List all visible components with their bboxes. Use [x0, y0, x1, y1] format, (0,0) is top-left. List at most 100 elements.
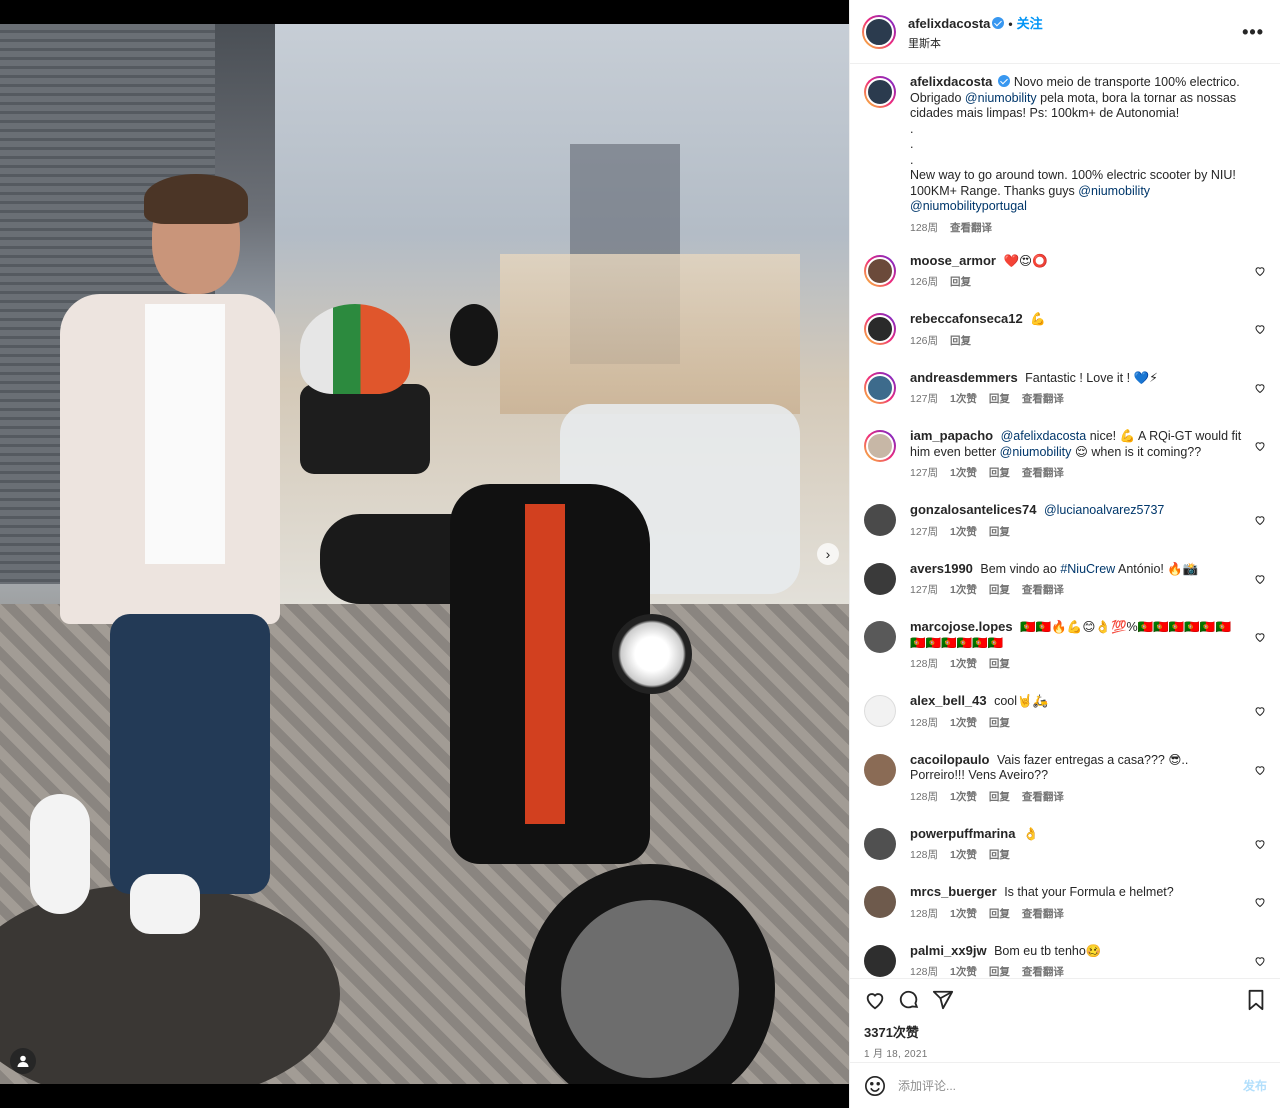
- commenter-avatar[interactable]: [864, 254, 896, 287]
- comment-username[interactable]: mrcs_buerger: [910, 884, 997, 899]
- comment-likes[interactable]: 1次赞: [950, 789, 977, 804]
- reply-button[interactable]: 回复: [989, 656, 1010, 671]
- reply-button[interactable]: 回复: [989, 906, 1010, 921]
- like-count[interactable]: 3371次赞: [864, 1022, 1267, 1041]
- see-translation-button[interactable]: 查看翻译: [1022, 465, 1064, 480]
- reply-button[interactable]: 回复: [989, 582, 1010, 597]
- comment-mention[interactable]: @lucianoalvarez5737: [1044, 503, 1164, 517]
- commenter-avatar[interactable]: [864, 562, 896, 595]
- emoji-icon[interactable]: [864, 1075, 886, 1097]
- comment-username[interactable]: avers1990: [910, 561, 973, 576]
- commenter-avatar[interactable]: [864, 504, 896, 536]
- see-translation-button[interactable]: 查看翻译: [950, 220, 992, 235]
- comment-time[interactable]: 127周: [910, 524, 938, 539]
- comment-username[interactable]: gonzalosantelices74: [910, 502, 1036, 517]
- see-translation-button[interactable]: 查看翻译: [1022, 789, 1064, 804]
- comment-likes[interactable]: 1次赞: [950, 906, 977, 921]
- reply-button[interactable]: 回复: [950, 274, 971, 289]
- comment-time[interactable]: 127周: [910, 465, 938, 480]
- follow-button[interactable]: 关注: [1017, 16, 1043, 31]
- commenter-avatar[interactable]: [864, 621, 896, 653]
- see-translation-button[interactable]: 查看翻译: [1022, 582, 1064, 597]
- comment-username[interactable]: palmi_xx9jw: [910, 943, 987, 958]
- author-avatar[interactable]: [862, 14, 896, 49]
- heart-icon[interactable]: [1254, 764, 1266, 776]
- comment-time[interactable]: 128周: [910, 789, 938, 804]
- comment-icon[interactable]: [898, 989, 920, 1011]
- reply-button[interactable]: 回复: [989, 964, 1010, 978]
- commenter-avatar[interactable]: [864, 753, 896, 786]
- reply-button[interactable]: 回复: [989, 789, 1010, 804]
- comment-time[interactable]: 128周: [910, 656, 938, 671]
- comment-username[interactable]: cacoilopaulo: [910, 752, 989, 767]
- bookmark-icon[interactable]: [1245, 989, 1267, 1011]
- comment-username[interactable]: moose_armor: [910, 253, 996, 268]
- caption-mention[interactable]: @niumobilityportugal: [910, 199, 1027, 213]
- comment-time[interactable]: 127周: [910, 391, 938, 406]
- comment-likes[interactable]: 1次赞: [950, 582, 977, 597]
- comment-likes[interactable]: 1次赞: [950, 964, 977, 978]
- heart-icon[interactable]: [864, 989, 886, 1011]
- reply-button[interactable]: 回复: [989, 391, 1010, 406]
- comment-likes[interactable]: 1次赞: [950, 524, 977, 539]
- heart-icon[interactable]: [1254, 265, 1266, 277]
- commenter-avatar[interactable]: [864, 886, 896, 918]
- comment-likes[interactable]: 1次赞: [950, 847, 977, 862]
- heart-icon[interactable]: [1254, 514, 1266, 526]
- next-slide-button[interactable]: ›: [817, 543, 839, 565]
- caption-time[interactable]: 128周: [910, 220, 938, 235]
- heart-icon[interactable]: [1254, 896, 1266, 908]
- heart-icon[interactable]: [1254, 705, 1266, 717]
- comment-username[interactable]: powerpuffmarina: [910, 826, 1015, 841]
- heart-icon[interactable]: [1254, 323, 1266, 335]
- caption-mention[interactable]: @niumobility: [965, 91, 1037, 105]
- author-username[interactable]: afelixdacosta: [908, 16, 990, 31]
- comment-time[interactable]: 128周: [910, 906, 938, 921]
- comment-time[interactable]: 126周: [910, 333, 938, 348]
- share-icon[interactable]: [932, 989, 954, 1011]
- heart-icon[interactable]: [1254, 955, 1266, 967]
- reply-button[interactable]: 回复: [989, 465, 1010, 480]
- comment-likes[interactable]: 1次赞: [950, 465, 977, 480]
- heart-icon[interactable]: [1254, 382, 1266, 394]
- see-translation-button[interactable]: 查看翻译: [1022, 964, 1064, 978]
- commenter-avatar[interactable]: [864, 827, 896, 860]
- reply-button[interactable]: 回复: [989, 524, 1010, 539]
- author-avatar[interactable]: [864, 76, 896, 108]
- post-comment-button[interactable]: 发布: [1243, 1077, 1267, 1094]
- comment-input[interactable]: [898, 1078, 1243, 1093]
- caption-mention[interactable]: @niumobility: [1078, 184, 1150, 198]
- more-options-icon[interactable]: •••: [1242, 22, 1264, 43]
- comment-time[interactable]: 128周: [910, 964, 938, 978]
- reply-button[interactable]: 回复: [950, 333, 971, 348]
- comment-time[interactable]: 128周: [910, 847, 938, 862]
- heart-icon[interactable]: [1254, 631, 1266, 643]
- user-tag-icon[interactable]: [10, 1048, 36, 1074]
- comment-time[interactable]: 127周: [910, 582, 938, 597]
- reply-button[interactable]: 回复: [989, 847, 1010, 862]
- commenter-avatar[interactable]: [864, 944, 896, 977]
- comments-list[interactable]: afelixdacosta Novo meio de transporte 10…: [850, 64, 1280, 978]
- commenter-avatar[interactable]: [864, 313, 896, 345]
- comment-username[interactable]: marcojose.lopes: [910, 619, 1013, 634]
- heart-icon[interactable]: [1254, 838, 1266, 850]
- comment-likes[interactable]: 1次赞: [950, 391, 977, 406]
- comment-time[interactable]: 128周: [910, 715, 938, 730]
- caption-username[interactable]: afelixdacosta: [910, 74, 992, 89]
- commenter-avatar[interactable]: [864, 371, 896, 404]
- commenter-avatar[interactable]: [864, 695, 896, 727]
- see-translation-button[interactable]: 查看翻译: [1022, 906, 1064, 921]
- comment-username[interactable]: rebeccafonseca12: [910, 311, 1023, 326]
- post-location[interactable]: 里斯本: [908, 35, 1043, 51]
- heart-icon[interactable]: [1254, 573, 1266, 585]
- comment-hashtag[interactable]: #NiuCrew: [1060, 562, 1115, 576]
- comment-mention[interactable]: @niumobility: [1000, 445, 1072, 459]
- comment-likes[interactable]: 1次赞: [950, 656, 977, 671]
- comment-username[interactable]: iam_papacho: [910, 428, 993, 443]
- comment-username[interactable]: andreasdemmers: [910, 370, 1018, 385]
- commenter-avatar[interactable]: [864, 430, 896, 462]
- heart-icon[interactable]: [1254, 440, 1266, 452]
- reply-button[interactable]: 回复: [989, 715, 1010, 730]
- comment-mention[interactable]: @afelixdacosta: [1001, 429, 1087, 443]
- comment-time[interactable]: 126周: [910, 274, 938, 289]
